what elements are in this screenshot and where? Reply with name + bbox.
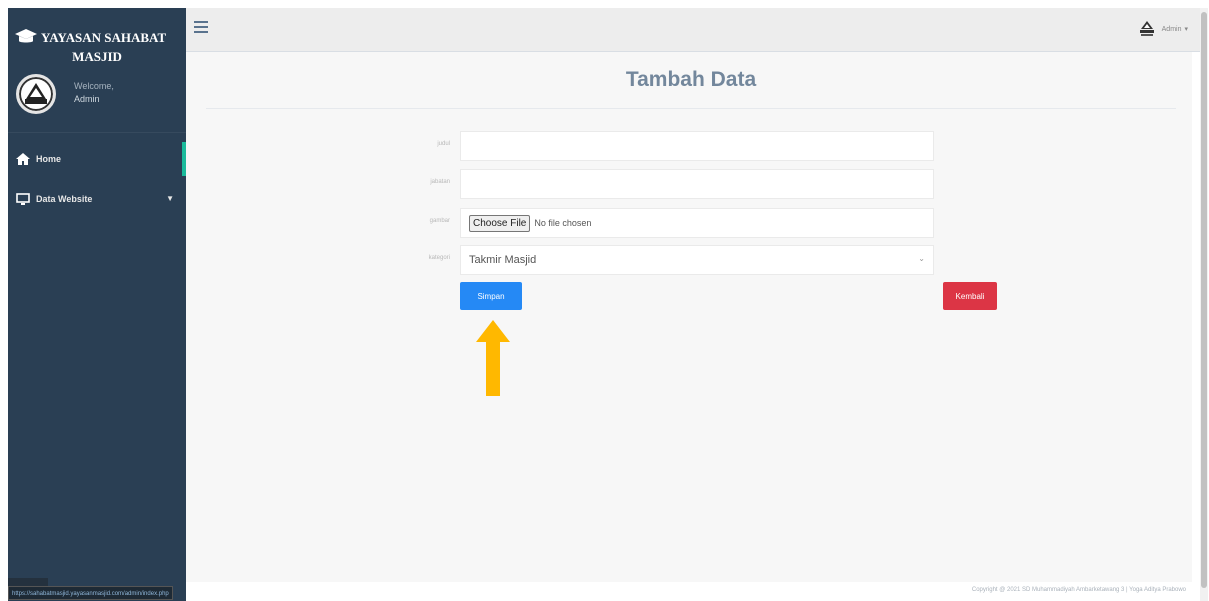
sidebar-item-label: Home [36, 154, 62, 164]
avatar [16, 74, 56, 114]
page-title: Tambah Data [625, 68, 757, 91]
judul-input[interactable] [460, 131, 934, 161]
title-divider [206, 108, 1176, 109]
gambar-file-input[interactable]: Choose File No file chosen [460, 208, 934, 238]
field-label: kategori [428, 255, 450, 261]
simpan-button[interactable]: Simpan [460, 282, 522, 310]
copyright-text: Copyright @ 2021 SD Muhammadiyah Ambarke… [971, 587, 1186, 593]
welcome-text: Welcome, Admin [74, 80, 114, 106]
select-value: Takmir Masjid [469, 254, 537, 266]
form-row-jabatan: jabatan [206, 169, 1176, 199]
kembali-button[interactable]: Kembali [943, 282, 997, 310]
field-label: gambar [429, 218, 450, 224]
monitor-icon [16, 193, 30, 205]
file-status: No file chosen [534, 218, 592, 228]
chevron-down-icon: ▾ [1184, 26, 1188, 33]
admin-app: YAYASAN SAHABAT MASJID Welcome, Admin Ho… [8, 8, 1208, 601]
scrollbar-thumb[interactable] [1201, 12, 1207, 588]
user-name: Admin [74, 94, 100, 104]
graduation-cap-icon [15, 29, 37, 43]
field-label: judul [437, 141, 450, 147]
sidebar-item-home[interactable]: Home [8, 142, 186, 176]
mosque-logo-icon [19, 77, 53, 111]
sidebar-item-label: Data Website [36, 194, 93, 204]
footer: Copyright @ 2021 SD Muhammadiyah Ambarke… [186, 582, 1192, 601]
brand[interactable]: YAYASAN SAHABAT MASJID [8, 14, 186, 66]
brand-name: YAYASAN SAHABAT [41, 29, 167, 45]
chevron-down-icon: ▼ [166, 194, 174, 203]
main-content: Tambah Data judul jabatan gambar Choose … [186, 52, 1192, 582]
pointer-arrow-icon [476, 320, 510, 396]
form-panel: Tambah Data judul jabatan gambar Choose … [206, 52, 1176, 582]
field-label: jabatan [430, 179, 450, 185]
form-row-kategori: kategori Takmir Masjid ⌄ [206, 245, 1176, 275]
choose-file-button[interactable]: Choose File [469, 214, 531, 232]
top-nav: Admin ▾ [186, 8, 1200, 52]
kategori-select[interactable]: Takmir Masjid ⌄ [460, 245, 934, 275]
brand-line1: YAYASAN SAHABAT [14, 28, 166, 46]
menu-toggle-icon[interactable] [194, 18, 212, 36]
sidebar-footer [8, 578, 48, 586]
user-avatar-icon [1139, 21, 1154, 36]
sidebar: YAYASAN SAHABAT MASJID Welcome, Admin Ho… [8, 8, 186, 601]
status-bar-url: https://sahabatmasjid.yayasanmasjid.com/… [8, 586, 173, 600]
sidebar-divider [8, 132, 186, 133]
form-row-gambar: gambar Choose File No file chosen [206, 208, 1176, 238]
profile-block: Welcome, Admin [14, 72, 184, 120]
scrollbar[interactable] [1200, 8, 1208, 601]
sidebar-item-data-website[interactable]: Data Website ▼ [8, 182, 186, 216]
welcome-label: Welcome, [74, 81, 114, 91]
home-icon [16, 153, 30, 165]
user-menu-label: Admin [1161, 25, 1182, 33]
brand-name-line2: MASJID [72, 49, 122, 64]
chevron-down-icon: ⌄ [918, 254, 925, 263]
browser-viewport: YAYASAN SAHABAT MASJID Welcome, Admin Ho… [0, 0, 1209, 601]
user-dropdown[interactable]: Admin ▾ [1138, 20, 1188, 38]
form-row-judul: judul [206, 131, 1176, 161]
jabatan-input[interactable] [460, 169, 934, 199]
